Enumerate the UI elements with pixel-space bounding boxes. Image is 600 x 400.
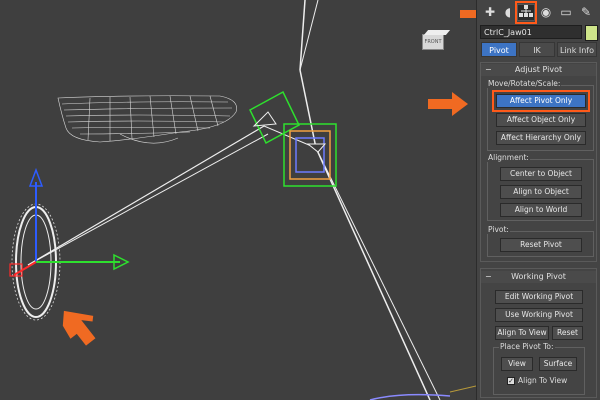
hierarchy-icon[interactable]	[517, 4, 535, 21]
working-pivot-rollout: − Working Pivot Edit Working Pivot Use W…	[480, 268, 597, 398]
rollout-title: Adjust Pivot	[514, 65, 563, 74]
working-pivot-header[interactable]: − Working Pivot	[481, 271, 596, 283]
group-label: Move/Rotate/Scale:	[487, 79, 562, 88]
motion-icon[interactable]: ◉	[537, 4, 555, 21]
link-line	[299, 69, 317, 149]
group-label: Place Pivot To:	[499, 342, 555, 351]
align-to-object-button[interactable]: Align to Object	[500, 185, 582, 199]
object-color-swatch[interactable]	[585, 25, 598, 41]
tab-pivot[interactable]: Pivot	[481, 42, 517, 57]
collapse-icon[interactable]: −	[485, 64, 492, 76]
create-icon[interactable]: ✚	[481, 4, 499, 21]
align-to-view-checkbox[interactable]: ✓	[507, 377, 515, 385]
viewport-frame-line	[449, 385, 476, 393]
link-line	[27, 125, 265, 266]
group-label: Pivot:	[487, 225, 510, 234]
object-name-field[interactable]: CtrlC_Jaw01	[480, 25, 582, 39]
place-pivot-group	[493, 347, 585, 395]
place-surface-button[interactable]: Surface	[539, 357, 577, 371]
checkbox-label: Align To View	[518, 376, 568, 385]
affect-hierarchy-only-button[interactable]: Affect Hierarchy Only	[496, 131, 586, 145]
tab-link-info[interactable]: Link Info	[557, 42, 597, 57]
adjust-pivot-header[interactable]: − Adjust Pivot	[481, 64, 596, 76]
viewport[interactable]: FRONT	[0, 0, 476, 400]
rollout-title: Working Pivot	[511, 272, 566, 281]
center-to-object-button[interactable]: Center to Object	[500, 167, 582, 181]
viewcube-face: FRONT	[422, 34, 444, 50]
jaw-mesh	[57, 95, 237, 144]
adjust-pivot-rollout: − Adjust Pivot Move/Rotate/Scale: Affect…	[480, 62, 597, 262]
link-line	[27, 133, 269, 266]
grid-arc	[369, 393, 451, 400]
highlight-arrow	[62, 310, 96, 346]
command-panel: ✚ ◖ ◉ ▭ ✎ CtrlC_Jaw01 Pivot IK Link Info…	[476, 0, 600, 400]
align-to-world-button[interactable]: Align to World	[500, 203, 582, 217]
display-icon[interactable]: ▭	[557, 4, 575, 21]
affect-pivot-only-button[interactable]: Affect Pivot Only	[496, 94, 586, 108]
reset-pivot-button[interactable]: Reset Pivot	[500, 238, 582, 252]
highlight-arrow	[428, 92, 468, 116]
utilities-icon[interactable]: ✎	[577, 4, 595, 21]
highlight-arrow	[460, 10, 476, 18]
tab-ik[interactable]: IK	[519, 42, 555, 57]
modify-icon[interactable]: ◖	[499, 4, 517, 21]
command-panel-tabs: ✚ ◖ ◉ ▭ ✎	[477, 0, 600, 24]
place-view-button[interactable]: View	[501, 357, 533, 371]
use-working-pivot-button[interactable]: Use Working Pivot	[495, 308, 583, 322]
align-to-view-button[interactable]: Align To View	[495, 326, 549, 340]
viewport-scene	[9, 0, 476, 400]
edit-working-pivot-button[interactable]: Edit Working Pivot	[495, 290, 583, 304]
affect-object-only-button[interactable]: Affect Object Only	[496, 113, 586, 127]
control-diamond[interactable]	[249, 90, 300, 145]
viewcube[interactable]: FRONT	[418, 30, 451, 52]
group-label: Alignment:	[487, 153, 530, 162]
collapse-icon[interactable]: −	[485, 271, 492, 283]
control-shape	[306, 143, 327, 153]
reset-working-pivot-button[interactable]: Reset	[552, 326, 583, 340]
